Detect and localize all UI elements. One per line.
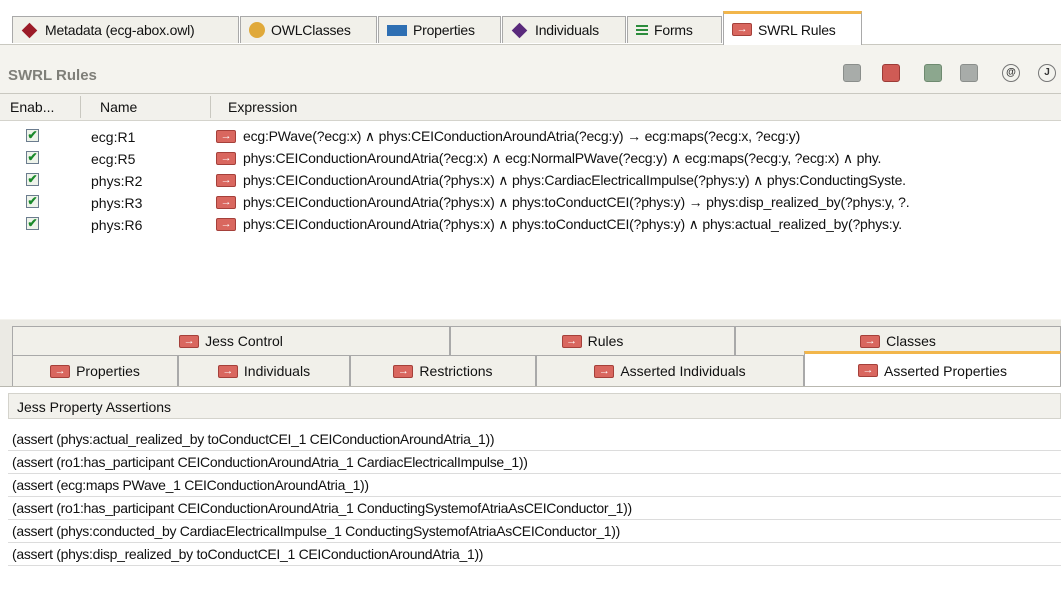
rule-name: ecg:R5: [91, 151, 136, 167]
rule-name: phys:R3: [91, 195, 143, 211]
tab-asserted-individuals[interactable]: → Asserted Individuals: [536, 355, 804, 386]
enabled-checkbox[interactable]: ✔: [26, 173, 39, 186]
tab-asserted-properties[interactable]: → Asserted Properties: [804, 351, 1061, 387]
column-divider[interactable]: [210, 96, 211, 118]
tab-properties[interactable]: → Properties: [12, 355, 178, 386]
column-divider[interactable]: [80, 96, 81, 118]
tab-label: Classes: [886, 333, 936, 349]
search-rule-icon[interactable]: [843, 64, 861, 82]
tab-label: Properties: [76, 363, 140, 379]
jess-button-icon[interactable]: J: [1038, 64, 1056, 82]
rule-icon: →: [217, 364, 238, 378]
table-row[interactable]: ✔ phys:R6 → phys:CEIConductionAroundAtri…: [0, 214, 1061, 236]
enabled-checkbox[interactable]: ✔: [26, 129, 39, 142]
add-rule-icon[interactable]: [924, 64, 942, 82]
rule-name: ecg:R1: [91, 129, 136, 145]
column-header-expression[interactable]: Expression: [228, 99, 297, 115]
tab-forms[interactable]: Forms: [627, 16, 722, 43]
diamond-icon: [21, 22, 38, 38]
tab-label: OWLClasses: [271, 22, 351, 38]
rule-icon: →: [216, 218, 236, 231]
rule-icon: →: [179, 334, 200, 348]
tab-metadata[interactable]: Metadata (ecg-abox.owl): [12, 16, 239, 43]
list-item[interactable]: (assert (phys:actual_realized_by toCondu…: [8, 428, 1061, 451]
enabled-checkbox[interactable]: ✔: [26, 217, 39, 230]
rule-icon: →: [216, 196, 236, 209]
tab-owlclasses[interactable]: OWLClasses: [240, 16, 377, 43]
table-row[interactable]: ✔ phys:R3 → phys:CEIConductionAroundAtri…: [0, 192, 1061, 214]
rule-name: phys:R6: [91, 217, 143, 233]
tab-restrictions[interactable]: → Restrictions: [350, 355, 536, 386]
delete-rule-icon[interactable]: [960, 64, 978, 82]
tab-label: Forms: [654, 22, 693, 38]
enabled-checkbox[interactable]: ✔: [26, 195, 39, 208]
list-item[interactable]: (assert (phys:disp_realized_by toConduct…: [8, 543, 1061, 566]
list-item[interactable]: (assert (ro1:has_participant CEIConducti…: [8, 497, 1061, 520]
list-item[interactable]: (assert (ro1:has_participant CEIConducti…: [8, 451, 1061, 474]
rules-table: Enab... Name Expression ✔ ecg:R1 → ecg:P…: [0, 93, 1061, 319]
rect-icon: [387, 24, 407, 36]
forms-icon: [636, 24, 648, 36]
rule-icon: →: [594, 364, 615, 378]
table-row[interactable]: ✔ ecg:R5 → phys:CEIConductionAroundAtria…: [0, 148, 1061, 170]
rule-expression: → phys:CEIConductionAroundAtria(?phys:x)…: [216, 216, 902, 233]
rule-icon: →: [216, 130, 236, 143]
tab-label: Asserted Individuals: [620, 363, 746, 379]
assertions-header: Jess Property Assertions: [8, 393, 1061, 419]
tab-label: Metadata (ecg-abox.owl): [45, 22, 195, 38]
swrl-header: SWRL Rules @ J: [0, 62, 1061, 90]
tab-individuals[interactable]: Individuals: [502, 16, 626, 43]
rule-expression: → phys:CEIConductionAroundAtria(?ecg:x) …: [216, 150, 881, 167]
expression-text: phys:CEIConductionAroundAtria(?phys:x) ∧…: [243, 216, 902, 232]
tab-label: Properties: [413, 22, 475, 38]
list-item[interactable]: (assert (phys:conducted_by CardiacElectr…: [8, 520, 1061, 543]
tab-individuals[interactable]: → Individuals: [178, 355, 350, 386]
column-header-enabled[interactable]: Enab...: [10, 99, 54, 115]
top-tab-strip: Metadata (ecg-abox.owl) OWLClasses Prope…: [0, 0, 1061, 45]
rule-expression: → ecg:PWave(?ecg:x) ∧ phys:CEIConduction…: [216, 128, 800, 145]
assertions-title: Jess Property Assertions: [17, 399, 172, 415]
column-header-name[interactable]: Name: [100, 99, 137, 115]
rule-expression: → phys:CEIConductionAroundAtria(?phys:x)…: [216, 172, 906, 189]
expression-text: phys:CEIConductionAroundAtria(?ecg:x) ∧ …: [243, 150, 882, 166]
panel-title: SWRL Rules: [8, 67, 97, 84]
tab-label: Individuals: [243, 363, 311, 379]
table-header: Enab... Name Expression: [0, 94, 1061, 121]
rule-icon: →: [561, 334, 582, 348]
diamond-icon: [511, 22, 528, 38]
list-item[interactable]: (assert (ecg:maps PWave_1 CEIConductionA…: [8, 474, 1061, 497]
expression-text: ecg:PWave(?ecg:x) ∧ phys:CEIConductionAr…: [243, 128, 801, 144]
rule-icon: →: [216, 152, 236, 165]
rule-icon: →: [732, 23, 752, 36]
tab-label: SWRL Rules: [758, 21, 836, 38]
rule-icon: →: [216, 174, 236, 187]
rule-icon: →: [860, 334, 881, 348]
assertions-panel: Jess Property Assertions (assert (phys:a…: [0, 386, 1061, 589]
table-row[interactable]: ✔ phys:R2 → phys:CEIConductionAroundAtri…: [0, 170, 1061, 192]
at-button-icon[interactable]: @: [1002, 64, 1020, 82]
circle-icon: [249, 22, 265, 38]
tab-label: Individuals: [535, 22, 599, 38]
table-row[interactable]: ✔ ecg:R1 → ecg:PWave(?ecg:x) ∧ phys:CEIC…: [0, 126, 1061, 148]
enabled-checkbox[interactable]: ✔: [26, 151, 39, 164]
rule-icon: →: [50, 364, 71, 378]
tab-label: Restrictions: [419, 363, 493, 379]
tab-label: Jess Control: [205, 333, 283, 349]
rule-icon: →: [858, 364, 879, 377]
expression-text: phys:CEIConductionAroundAtria(?phys:x) ∧…: [243, 194, 910, 210]
tab-rules[interactable]: → Rules: [450, 326, 735, 355]
rule-expression: → phys:CEIConductionAroundAtria(?phys:x)…: [216, 194, 910, 211]
tab-swrl-rules[interactable]: → SWRL Rules: [723, 11, 862, 45]
tab-label: Rules: [587, 333, 624, 349]
tab-jess-control[interactable]: → Jess Control: [12, 326, 450, 355]
tab-label: Asserted Properties: [884, 362, 1007, 379]
rule-icon: →: [393, 364, 414, 378]
tab-properties[interactable]: Properties: [378, 16, 501, 43]
expression-text: phys:CEIConductionAroundAtria(?phys:x) ∧…: [243, 172, 906, 188]
new-rule-icon[interactable]: [882, 64, 900, 82]
rule-name: phys:R2: [91, 173, 143, 189]
lower-tab-strip: → Jess Control → Rules → Classes → Prope…: [0, 320, 1061, 387]
